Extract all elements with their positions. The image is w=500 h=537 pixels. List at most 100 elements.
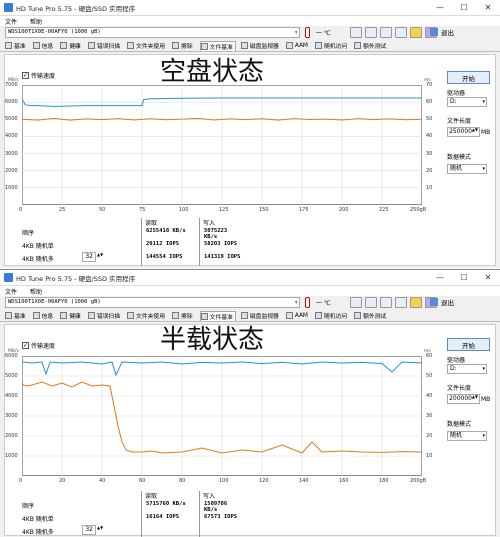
tab-3[interactable]: 错误扫描: [87, 41, 122, 51]
transfer-speed-checkbox[interactable]: ✓ 传输速度: [22, 71, 55, 80]
tab-icon-6: [200, 42, 208, 50]
options-icon[interactable]: [395, 27, 407, 38]
x-tick: 20: [59, 478, 66, 484]
x-tick: 180: [379, 478, 389, 484]
copy-info-icon[interactable]: [350, 297, 362, 308]
tab-4[interactable]: 文件夹使用: [127, 41, 167, 51]
read-value: 20112 IOPS: [146, 241, 180, 247]
y-tick-left: 6000: [5, 99, 18, 106]
x-tick: 150: [259, 207, 269, 213]
spin-arrows-icon[interactable]: ▲▼: [97, 526, 103, 530]
tab-1[interactable]: 信息: [32, 311, 56, 321]
maximize-icon[interactable]: ☐: [452, 270, 476, 286]
close-icon[interactable]: ✕: [476, 270, 500, 286]
tab-0[interactable]: 基准: [5, 311, 28, 321]
tab-bar: 基准 信息 健康 错误扫描 文件夹使用 擦除 文件基准 磁盘监视器 AAM 随机访问 额外测试: [0, 40, 500, 52]
close-icon[interactable]: ✕: [476, 0, 500, 16]
tab-1[interactable]: 信息: [32, 41, 56, 51]
transfer-speed-checkbox[interactable]: ✓ 传输速度: [22, 341, 55, 350]
y-tick-right: 10: [426, 453, 433, 459]
tab-icon-7: [240, 42, 248, 49]
write-header: 写入: [203, 493, 216, 500]
tab-7[interactable]: 磁盘监视器: [240, 41, 281, 51]
y-tick-left: 1000: [5, 184, 18, 191]
queue-depth-input[interactable]: 32: [82, 252, 96, 262]
write-value: 67573 IOPS: [204, 514, 238, 520]
tab-label: 文件基准: [209, 314, 233, 321]
file-length-input[interactable]: 250000 ▲▼: [447, 127, 480, 137]
spin-arrows-icon[interactable]: ▲▼: [472, 128, 478, 132]
data-mode-label: 数据模式: [447, 154, 472, 161]
checkbox-check-icon: ✓: [22, 72, 29, 79]
exit-button[interactable]: 退出: [430, 27, 454, 37]
tab-10[interactable]: 额外测试: [354, 311, 388, 321]
tab-5[interactable]: 擦除: [172, 41, 195, 51]
tab-bar: 基准 信息 健康 错误扫描 文件夹使用 擦除 文件基准 磁盘监视器 AAM 随机访问 额外测试: [0, 310, 500, 322]
drive-letter-select[interactable]: D: ▾: [447, 364, 487, 374]
tab-label: 随机访问: [323, 314, 348, 320]
tab-label: 基准: [14, 44, 26, 50]
x-tick: 120: [259, 478, 269, 484]
tab-10[interactable]: 额外测试: [354, 41, 388, 51]
y-tick-right: 50: [426, 373, 433, 379]
copy-icon[interactable]: [365, 27, 377, 38]
y-tick-right: 60: [426, 353, 433, 359]
write-value: 1509706 KB/s: [204, 501, 228, 513]
tab-5[interactable]: 擦除: [172, 311, 195, 321]
data-mode-select[interactable]: 随机 ▾: [447, 431, 487, 441]
exit-button[interactable]: 退出: [430, 297, 454, 307]
y-tick-left: 2000: [5, 167, 18, 174]
results-divider: [199, 491, 200, 537]
screenshot-icon[interactable]: [380, 297, 392, 308]
window-title: HD Tune Pro 5.75 - 硬盘/SSD 实用程序: [16, 274, 136, 283]
drive-select-value: WDS100T1X0E-00AFY0 (1000 gB): [8, 299, 101, 305]
tab-9[interactable]: 随机访问: [314, 311, 349, 321]
chevron-down-icon: ▾: [294, 29, 298, 36]
y-tick-left: 7000: [5, 82, 18, 88]
tab-icon-5: [172, 42, 180, 49]
minimize-icon[interactable]: —: [428, 270, 452, 286]
drive-select[interactable]: WDS100T1X0E-00AFY0 (1000 gB) ▾: [5, 297, 300, 308]
tab-2[interactable]: 健康: [60, 41, 83, 51]
x-tick: 175: [299, 207, 309, 213]
menu-item-1[interactable]: 帮助: [30, 287, 42, 296]
tab-2[interactable]: 健康: [60, 311, 83, 321]
y-tick-left: 4000: [5, 393, 18, 399]
tab-icon-3: [87, 312, 95, 319]
tab-4[interactable]: 文件夹使用: [127, 311, 167, 321]
data-mode-value: 随机: [450, 165, 463, 172]
menu-item-0[interactable]: 文件: [5, 17, 17, 26]
menu-item-1[interactable]: 帮助: [30, 17, 42, 26]
spin-arrows-icon[interactable]: ▲▼: [97, 253, 103, 257]
copy-icon[interactable]: [365, 297, 377, 308]
tab-0[interactable]: 基准: [5, 41, 28, 51]
tab-8[interactable]: AAM: [285, 311, 310, 321]
y-tick-right: 50: [426, 116, 433, 123]
tab-6[interactable]: 文件基准: [199, 40, 236, 51]
tab-7[interactable]: 磁盘监视器: [240, 311, 281, 321]
tab-8[interactable]: AAM: [285, 41, 310, 51]
maximize-icon[interactable]: ☐: [452, 0, 476, 16]
y-tick-left: 2000: [5, 433, 18, 439]
file-length-input[interactable]: 200000 ▲▼: [447, 394, 480, 404]
data-mode-select[interactable]: 随机 ▾: [447, 164, 487, 174]
tab-9[interactable]: 随机访问: [314, 41, 349, 51]
start-button[interactable]: 开始: [447, 338, 490, 351]
tag-icon[interactable]: [410, 27, 422, 38]
copy-info-icon[interactable]: [350, 27, 362, 38]
drive-letter-select[interactable]: D: ▾: [447, 97, 487, 107]
minimize-icon[interactable]: —: [428, 0, 452, 16]
start-button[interactable]: 开始: [447, 71, 490, 84]
queue-depth-input[interactable]: 32: [82, 525, 96, 535]
menu-item-0[interactable]: 文件: [5, 287, 17, 296]
tag-icon[interactable]: [410, 297, 422, 308]
tab-3[interactable]: 错误扫描: [87, 311, 122, 321]
screenshot-icon[interactable]: [380, 27, 392, 38]
x-tick: 0: [19, 478, 23, 484]
spin-arrows-icon[interactable]: ▲▼: [472, 395, 478, 399]
drive-letter-label: 驱动器: [447, 357, 466, 364]
options-icon[interactable]: [395, 297, 407, 308]
temperature-readout: 一 ℃: [316, 300, 331, 307]
drive-select[interactable]: WDS100T1X0E-00AFY0 (1000 gB) ▾: [5, 27, 300, 38]
tab-6[interactable]: 文件基准: [199, 310, 236, 321]
